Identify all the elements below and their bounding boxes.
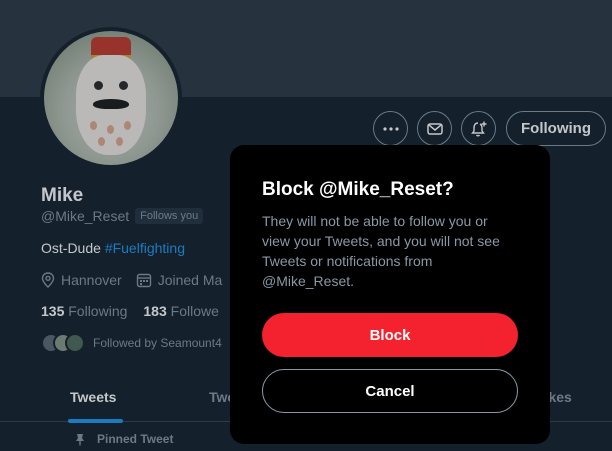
block-dialog: Block @Mike_Reset? They will not be able… (230, 145, 550, 444)
dialog-description: They will not be able to follow you or v… (262, 213, 500, 289)
block-button[interactable]: Block (262, 313, 518, 357)
dialog-title: Block @Mike_Reset? (262, 179, 454, 200)
cancel-button[interactable]: Cancel (262, 369, 518, 413)
